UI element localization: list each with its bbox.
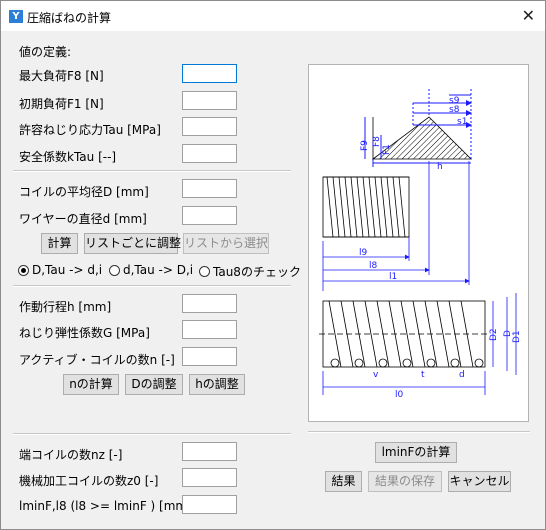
force-diagram: s9 s8 s1 F9 F8 F1 h [360,89,472,172]
adjust-d-button[interactable]: Dの調整 [125,374,183,395]
machined-coils-input[interactable] [182,468,237,487]
safety-factor-label: 安全係数kTau [--] [19,150,117,164]
close-icon[interactable]: ✕ [522,6,535,25]
free-spring [319,300,489,368]
spring-drawing: s9 s8 s1 F9 F8 F1 h l9 l8 l1 D2 D D1 l0 … [319,89,522,400]
separator [13,433,291,435]
radio-d-tau-label: D,Tau -> d,i [32,263,103,277]
wire-diameter-label: ワイヤーの直径d [mm] [19,212,147,226]
safety-factor-input[interactable] [182,144,237,163]
calc-lminf-button[interactable]: lminFの計算 [375,442,457,463]
active-coils-input[interactable] [182,347,237,366]
f9-label: F9 [360,140,370,151]
l8-label: l8 [369,261,378,271]
title-bar: Y 圧縮ばねの計算 ✕ [1,1,545,31]
mean-diameter-label: コイルの平均径D [mm] [19,185,149,199]
t-label: t [421,370,425,380]
calculate-button[interactable]: 計算 [41,233,78,254]
max-load-label: 最大負荷F8 [N] [19,69,104,83]
allowable-stress-input[interactable] [182,117,237,136]
v-label: v [373,370,379,380]
working-stroke-label: 作動行程h [mm] [19,300,112,314]
mean-diameter-input[interactable] [182,179,237,198]
section-header: 値の定義: [19,45,72,59]
active-coils-label: アクティブ・コイルの数n [-] [19,353,175,367]
f1-label: F1 [382,144,392,155]
adjust-h-button[interactable]: hの調整 [189,374,245,395]
d2-label: D2 [489,328,499,341]
s1-label: s1 [457,117,467,127]
separator [13,170,291,172]
result-button[interactable]: 結果 [325,471,362,492]
diameter-dims: D2 D D1 l0 v t d [322,293,522,400]
compressed-spring [322,176,410,238]
wire-diameter-input[interactable] [182,206,237,225]
select-from-list-button[interactable]: リストから選択 [183,233,269,254]
separator [13,285,291,287]
radio-wire-tau-label: d,Tau -> D,i [123,263,194,277]
radio-d-tau[interactable]: D,Tau -> d,i [18,263,102,277]
separator [308,431,530,433]
radio-selected-icon [18,264,29,276]
end-coils-label: 端コイルの数nz [-] [19,448,123,462]
wire-d-label: d [459,370,465,380]
shear-modulus-label: ねじり弾性係数G [MPa] [19,326,150,340]
dialog-window: Y 圧縮ばねの計算 ✕ 値の定義: 最大負荷F8 [N] 初期負荷F1 [N] … [0,0,546,530]
working-stroke-input[interactable] [182,294,237,313]
app-icon: Y [9,10,23,23]
allowable-stress-label: 許容ねじり応力Tau [MPa] [19,123,161,137]
calc-n-button[interactable]: nの計算 [63,374,119,395]
h-label: h [437,162,443,172]
l0-label: l0 [395,390,404,400]
l9-label: l9 [359,248,368,258]
adjust-by-list-button[interactable]: リストごとに調整 [84,233,181,254]
cancel-button[interactable]: キャンセル [448,471,511,492]
end-coils-input[interactable] [182,442,237,461]
lminf-input[interactable] [182,495,237,514]
initial-load-label: 初期負荷F1 [N] [19,97,104,111]
machined-coils-label: 機械加工コイルの数z0 [-] [19,474,159,488]
radio-unselected-icon [199,266,210,277]
spring-diagram: s9 s8 s1 F9 F8 F1 h l9 l8 l1 D2 D D1 l0 … [308,64,529,422]
window-title: 圧縮ばねの計算 [27,11,112,25]
max-load-input[interactable] [182,64,237,83]
save-result-button[interactable]: 結果の保存 [368,471,442,492]
s8-label: s8 [449,105,460,115]
radio-unselected-icon [109,264,120,276]
l1-label: l1 [389,272,397,282]
initial-load-input[interactable] [182,91,237,110]
radio-tau8-check-label: Tau8のチェック [213,265,301,279]
f8-label: F8 [372,136,382,147]
radio-tau8-check[interactable]: Tau8のチェック [199,263,301,280]
radio-wire-tau[interactable]: d,Tau -> D,i [109,263,193,277]
lminf-label: lminF,l8 (l8 >= lminF ) [mm] [19,499,192,513]
d1-label: D1 [512,330,522,343]
shear-modulus-input[interactable] [182,320,237,339]
length-dims: l9 l8 l1 [322,161,470,291]
